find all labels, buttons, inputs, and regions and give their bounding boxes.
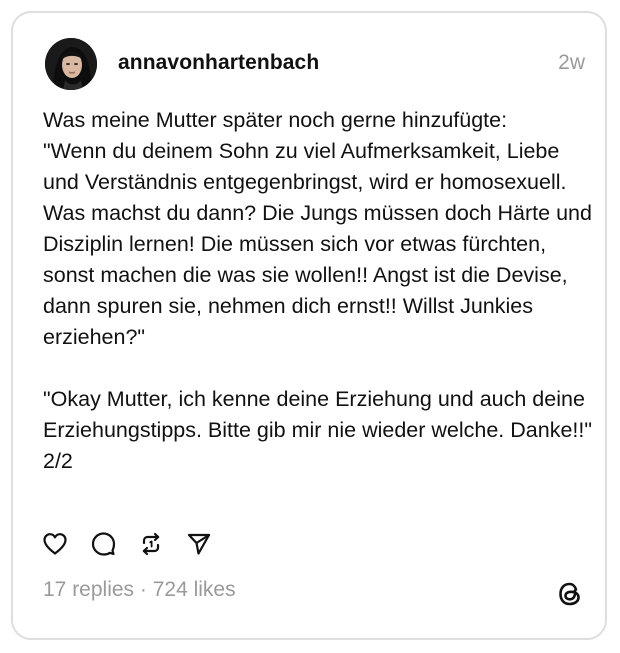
repost-button[interactable] bbox=[137, 530, 165, 558]
post-stats[interactable]: 17 replies · 724 likes bbox=[43, 578, 236, 602]
avatar-image bbox=[45, 38, 97, 90]
username[interactable]: annavonhartenbach bbox=[118, 51, 319, 75]
reply-button[interactable] bbox=[89, 530, 117, 558]
repost-icon bbox=[142, 532, 160, 556]
action-bar bbox=[41, 529, 233, 559]
post-card: annavonhartenbach 2w Was meine Mutter sp… bbox=[11, 11, 607, 640]
heart-icon bbox=[43, 533, 67, 555]
post-text: Was meine Mutter später noch gerne hinzu… bbox=[43, 108, 592, 473]
avatar[interactable] bbox=[45, 38, 97, 90]
threads-logo-glyph bbox=[559, 582, 580, 606]
comment-bubble-icon bbox=[91, 532, 116, 556]
threads-logo-icon[interactable] bbox=[555, 579, 585, 609]
like-button[interactable] bbox=[41, 530, 69, 558]
post-timestamp: 2w bbox=[558, 51, 585, 74]
share-button[interactable] bbox=[185, 530, 213, 558]
send-icon bbox=[187, 533, 211, 555]
